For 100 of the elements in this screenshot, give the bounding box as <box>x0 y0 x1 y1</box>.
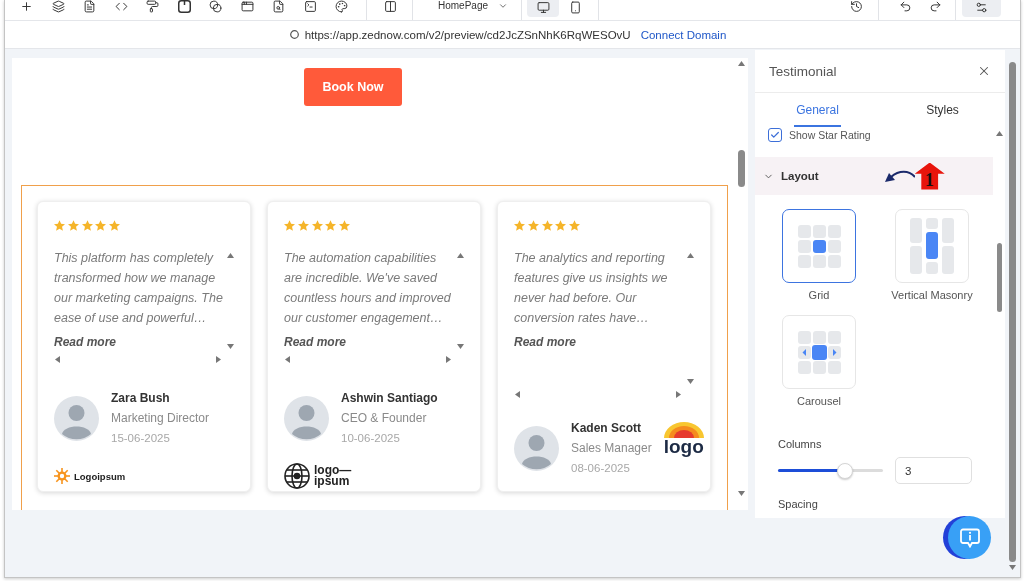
slider-thumb[interactable] <box>837 462 854 479</box>
section-title: Layout <box>781 170 819 182</box>
close-icon[interactable] <box>977 64 991 78</box>
layout-option[interactable] <box>782 209 856 283</box>
avatar-silhouette-icon <box>54 395 99 441</box>
annotation-badge: 1 <box>914 162 945 190</box>
review-date: 15-06-2025 <box>111 431 171 446</box>
testimonial-text: The automation capabilities are incredible. We've saved countless hours and improved our customer engagement… <box>284 250 452 327</box>
panel-title: Testimonial <box>769 63 837 79</box>
globe-logo-icon <box>284 463 310 489</box>
scroll-down-arrow-icon[interactable] <box>456 344 464 349</box>
avatar-silhouette-icon <box>514 425 559 471</box>
code-icon[interactable] <box>114 0 128 13</box>
scroll-right-arrow-icon[interactable] <box>676 390 681 398</box>
star-icon <box>569 220 580 231</box>
rainbow-arc-logo-icon <box>663 422 704 438</box>
star-icon <box>555 220 567 231</box>
field-label: Spacing <box>778 498 818 511</box>
reviewer-name: Ashwin Santiago <box>341 390 438 407</box>
connect-domain-link[interactable]: Connect Domain <box>640 28 727 41</box>
columns-input[interactable]: 3 <box>895 457 972 484</box>
avatar-silhouette-icon <box>284 395 329 441</box>
reviewer-name: Kaden Scott <box>571 420 642 437</box>
terminal-icon[interactable] <box>303 0 317 13</box>
star-icon <box>109 220 120 231</box>
curved-arrow-icon <box>884 169 915 183</box>
redo-icon[interactable] <box>928 0 942 13</box>
carousel-layout-icon <box>797 330 841 374</box>
star-icon <box>311 220 323 231</box>
scroll-up-arrow-icon[interactable] <box>686 253 694 258</box>
settings-button[interactable] <box>962 0 1001 17</box>
read-more-link[interactable]: Read more <box>284 334 347 350</box>
reviewer-name: Zara Bush <box>111 390 171 407</box>
grid-layout-icon <box>797 224 841 268</box>
logo-text: Logoipsum <box>74 470 126 482</box>
reviewer-role: Sales Manager <box>571 440 652 457</box>
chat-info-icon <box>959 527 980 548</box>
palette-icon[interactable] <box>335 0 348 13</box>
page-select[interactable]: HomePage <box>438 0 509 12</box>
ring-icon <box>289 30 299 39</box>
smartphone-icon <box>568 1 582 14</box>
add-icon[interactable] <box>20 0 33 13</box>
desktop-icon <box>536 1 550 14</box>
settings-icon <box>975 1 988 14</box>
scroll-right-arrow-icon[interactable] <box>216 355 221 363</box>
scroll-left-arrow-icon[interactable] <box>55 355 60 363</box>
reviewer-role: Marketing Director <box>111 410 210 427</box>
scroll-down-arrow-icon[interactable] <box>738 491 745 496</box>
sun-logo-icon <box>54 468 70 484</box>
scroll-down-arrow-icon[interactable] <box>226 344 234 349</box>
star-icon <box>284 220 295 231</box>
layers-icon[interactable] <box>51 0 65 13</box>
checkbox[interactable] <box>768 127 782 142</box>
browser-window-icon[interactable] <box>240 0 254 13</box>
layout-option-label: Grid <box>808 289 830 302</box>
star-icon <box>527 220 539 231</box>
read-more-link[interactable]: Read more <box>54 334 117 350</box>
check-icon <box>770 129 780 140</box>
read-more-link[interactable]: Read more <box>514 334 577 350</box>
scroll-down-arrow-icon[interactable] <box>1009 565 1016 570</box>
scrollbar-thumb[interactable] <box>996 243 1002 312</box>
overlapping-circles-icon[interactable] <box>209 0 222 13</box>
tab[interactable]: General <box>755 93 880 127</box>
tab[interactable]: Styles <box>880 93 1005 127</box>
section-header[interactable]: Layout 1 <box>755 157 993 195</box>
star-icon <box>339 220 350 231</box>
paint-roller-icon[interactable] <box>146 0 159 13</box>
star-icon <box>541 220 553 231</box>
history-icon[interactable] <box>849 0 863 13</box>
scrollbar-thumb[interactable] <box>738 150 745 187</box>
scroll-left-arrow-icon[interactable] <box>515 390 520 398</box>
star-icon <box>67 220 79 231</box>
star-icon <box>54 220 65 231</box>
star-icon <box>95 220 107 231</box>
scroll-right-arrow-icon[interactable] <box>446 355 451 363</box>
scroll-up-arrow-icon[interactable] <box>738 61 745 66</box>
scroll-up-arrow-icon[interactable] <box>995 131 1003 136</box>
columns-icon[interactable] <box>383 0 397 13</box>
scroll-up-arrow-icon[interactable] <box>226 253 234 258</box>
layout-option-label: Vertical Masonry <box>891 289 973 302</box>
square-panel-icon[interactable] <box>177 0 191 13</box>
scroll-down-arrow-icon[interactable] <box>686 379 694 384</box>
document-icon[interactable] <box>83 0 96 13</box>
logo-text: logo <box>663 438 704 456</box>
undo-icon[interactable] <box>898 0 912 13</box>
checkbox-label: Show Star Rating <box>789 128 871 141</box>
slider-track[interactable] <box>778 462 883 479</box>
masonry-layout-icon <box>910 218 954 274</box>
reviewer-role: CEO & Founder <box>341 410 428 427</box>
scroll-up-arrow-icon[interactable] <box>456 253 464 258</box>
layout-option-label: Carousel <box>797 395 841 408</box>
star-icon <box>514 220 525 231</box>
url-text: https://app.zednow.com/v2/preview/cd2JcZSnNhK6RqWESOvU <box>304 28 631 41</box>
scroll-left-arrow-icon[interactable] <box>285 355 290 363</box>
desktop-view-button[interactable] <box>527 0 560 17</box>
file-search-icon[interactable] <box>272 0 285 13</box>
logo-text: logo— ipsum <box>314 465 352 487</box>
scrollbar-thumb[interactable] <box>1009 62 1016 562</box>
review-date: 08-06-2025 <box>571 461 631 476</box>
review-date: 10-06-2025 <box>341 431 401 446</box>
